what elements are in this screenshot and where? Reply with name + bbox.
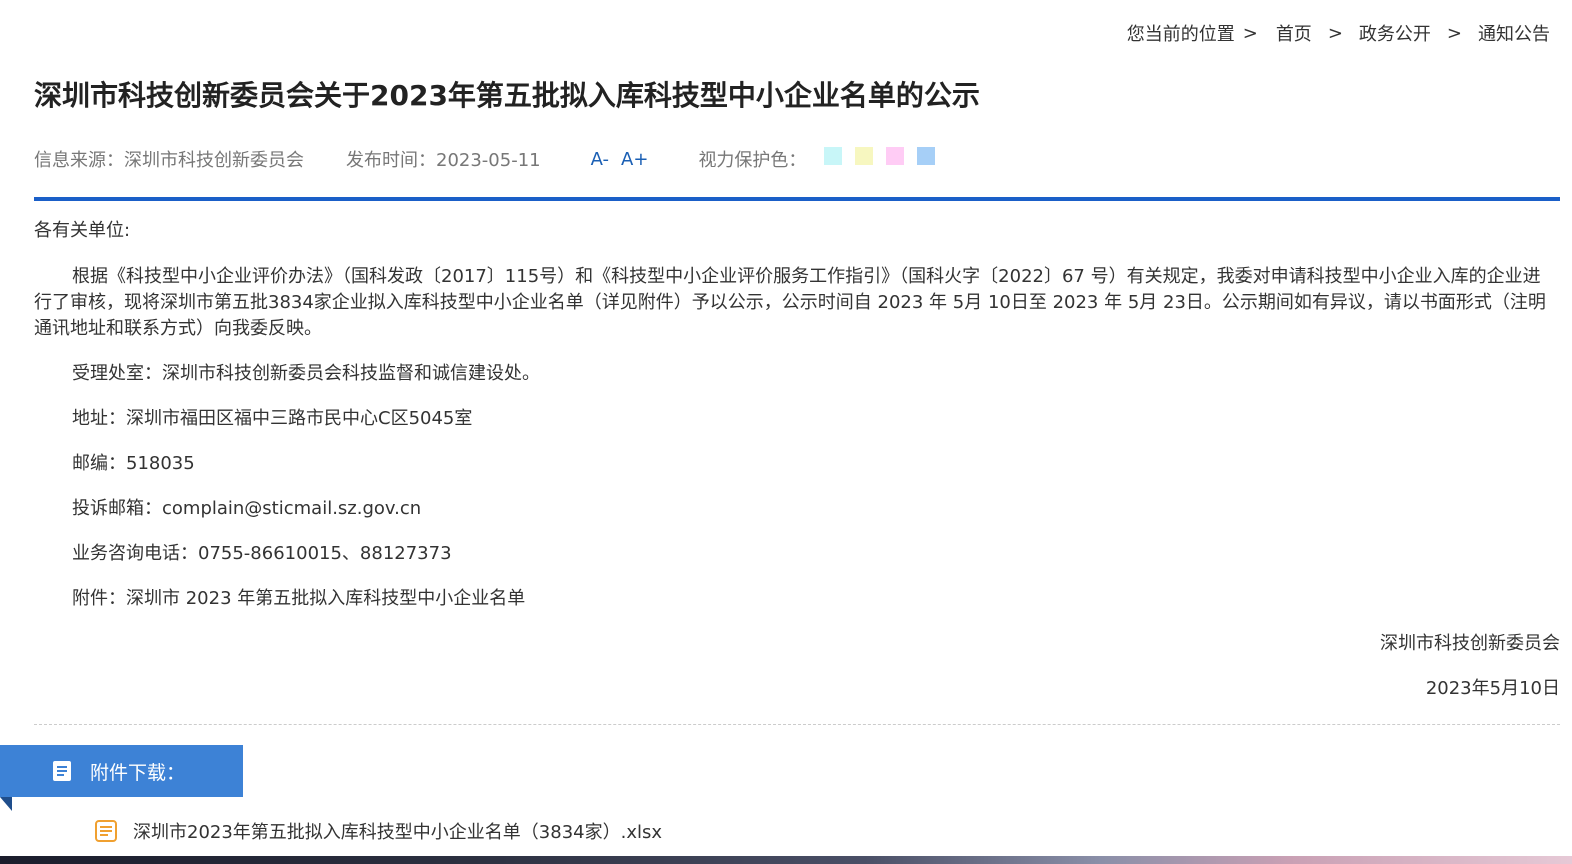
- eye-protect-swatches: [824, 147, 948, 168]
- eye-protect-label: 视力保护色：: [698, 150, 807, 171]
- body-paragraph: 根据《科技型中小企业评价办法》（国科发政〔2017〕115号）和《科技型中小企业…: [34, 266, 1546, 339]
- title-divider: [34, 197, 1560, 201]
- attachment-file-link[interactable]: 深圳市2023年第五批拟入库科技型中小企业名单（3834家）.xlsx: [94, 818, 662, 844]
- banner-fold: [0, 797, 12, 811]
- eye-color-blue-swatch[interactable]: [917, 147, 936, 165]
- phone-line: 业务咨询电话：0755-86610015、88127373: [72, 543, 452, 564]
- font-smaller-button[interactable]: A-: [591, 149, 609, 170]
- article-meta: 信息来源：深圳市科技创新委员会 发布时间：2023-05-11 A- A+ 视力…: [34, 146, 948, 172]
- attachment-header: 附件下载：: [0, 745, 243, 797]
- attachment-note: 附件：深圳市 2023 年第五批拟入库科技型中小企业名单: [72, 588, 526, 609]
- breadcrumb-gov-affairs-link[interactable]: 政务公开: [1359, 20, 1431, 46]
- font-size-controls: A- A+: [591, 149, 661, 170]
- document-icon: [53, 761, 71, 781]
- article-body: 各有关单位: 根据《科技型中小企业评价办法》（国科发政〔2017〕115号）和《…: [34, 218, 1560, 721]
- footer-background: [0, 856, 1572, 864]
- breadcrumb-home-link[interactable]: 首页: [1276, 20, 1312, 46]
- eye-color-pink-swatch[interactable]: [886, 147, 905, 165]
- content-divider: [34, 724, 1560, 725]
- postcode-line: 邮编：518035: [72, 453, 195, 474]
- info-source: 信息来源：深圳市科技创新委员会: [34, 150, 304, 171]
- eye-color-cyan-swatch[interactable]: [824, 147, 843, 165]
- greeting: 各有关单位:: [34, 220, 131, 241]
- font-larger-button[interactable]: A+: [621, 149, 648, 170]
- file-list-icon: [95, 820, 117, 842]
- attachment-header-label: 附件下载：: [90, 761, 186, 784]
- sign-date: 2023年5月10日: [1425, 678, 1560, 699]
- email-line: 投诉邮箱：complain@sticmail.sz.gov.cn: [72, 498, 422, 519]
- office-line: 受理处室：深圳市科技创新委员会科技监督和诚信建设处。: [72, 363, 540, 384]
- attachment-file-name[interactable]: 深圳市2023年第五批拟入库科技型中小企业名单（3834家）.xlsx: [133, 818, 662, 844]
- breadcrumb-label: 您当前的位置: [1126, 24, 1235, 45]
- address-line: 地址：深圳市福田区福中三路市民中心C区5045室: [72, 408, 473, 429]
- page-title: 深圳市科技创新委员会关于2023年第五批拟入库科技型中小企业名单的公示: [34, 79, 980, 112]
- breadcrumb-separator: >: [1242, 22, 1258, 44]
- breadcrumb: 您当前的位置 > 首页 > 政务公开 > 通知公告: [1127, 20, 1550, 46]
- breadcrumb-separator: >: [1327, 22, 1343, 44]
- breadcrumb-notices-link[interactable]: 通知公告: [1478, 20, 1550, 46]
- breadcrumb-separator: >: [1446, 22, 1462, 44]
- eye-color-yellow-swatch[interactable]: [855, 147, 874, 165]
- publish-time: 发布时间：2023-05-11: [346, 150, 541, 171]
- signature: 深圳市科技创新委员会: [1380, 633, 1560, 654]
